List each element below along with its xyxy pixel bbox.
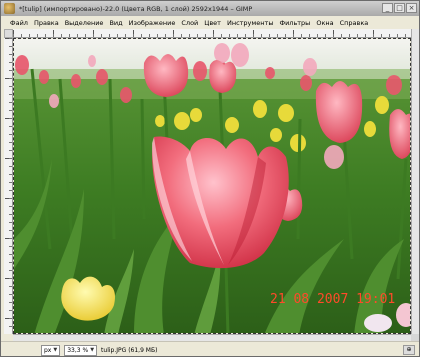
menu-bar: Файл Правка Выделение Вид Изображение Сл… [1, 16, 419, 29]
chevron-down-icon: ▼ [53, 346, 58, 353]
gimp-image-window: *[tulip] (импортировано)-22.0 (Цвета RGB… [0, 0, 420, 357]
zoom-value: 33,3 % [67, 346, 89, 354]
maximize-button[interactable]: □ [394, 3, 405, 13]
date-stamp: 21 08 2007 19:01 [270, 292, 395, 307]
navigation-button[interactable]: ⊕ [403, 345, 415, 355]
vertical-scrollbar[interactable] [411, 29, 419, 334]
menu-windows[interactable]: Окна [313, 19, 336, 27]
menu-edit[interactable]: Правка [31, 19, 62, 27]
horizontal-ruler[interactable] [13, 29, 411, 38]
menu-help[interactable]: Справка [337, 19, 372, 27]
menu-image[interactable]: Изображение [126, 19, 179, 27]
horizontal-scrollbar[interactable] [13, 334, 411, 341]
unit-selector[interactable]: px ▼ [41, 344, 61, 356]
menu-layer[interactable]: Слой [178, 19, 201, 27]
menu-colors[interactable]: Цвет [201, 19, 224, 27]
title-bar[interactable]: *[tulip] (импортировано)-22.0 (Цвета RGB… [1, 1, 419, 16]
unit-value: px [44, 346, 52, 354]
quick-mask-corner[interactable] [4, 29, 13, 38]
status-bar: px ▼ 33,3 % ▼ tulip.JPG (61,9 МБ) ⊕ [1, 341, 419, 356]
image-canvas[interactable]: 21 08 2007 19:01 [13, 38, 411, 334]
menu-file[interactable]: Файл [7, 19, 31, 27]
navigate-corner[interactable] [411, 334, 419, 341]
menu-filters[interactable]: Фильтры [276, 19, 313, 27]
menu-tools[interactable]: Инструменты [224, 19, 277, 27]
minimize-button[interactable]: _ [382, 3, 393, 13]
zoom-selector[interactable]: 33,3 % ▼ [64, 344, 98, 356]
vertical-ruler[interactable] [4, 38, 13, 334]
menu-view[interactable]: Вид [106, 19, 125, 27]
tulip-photo: 21 08 2007 19:01 [14, 39, 410, 333]
window-title: *[tulip] (импортировано)-22.0 (Цвета RGB… [19, 4, 253, 13]
close-button[interactable]: × [406, 3, 417, 13]
chevron-down-icon: ▼ [90, 346, 95, 353]
file-info: tulip.JPG (61,9 МБ) [101, 346, 158, 354]
menu-select[interactable]: Выделение [62, 19, 107, 27]
gimp-app-icon [4, 3, 15, 14]
window-controls: _ □ × [382, 3, 417, 13]
